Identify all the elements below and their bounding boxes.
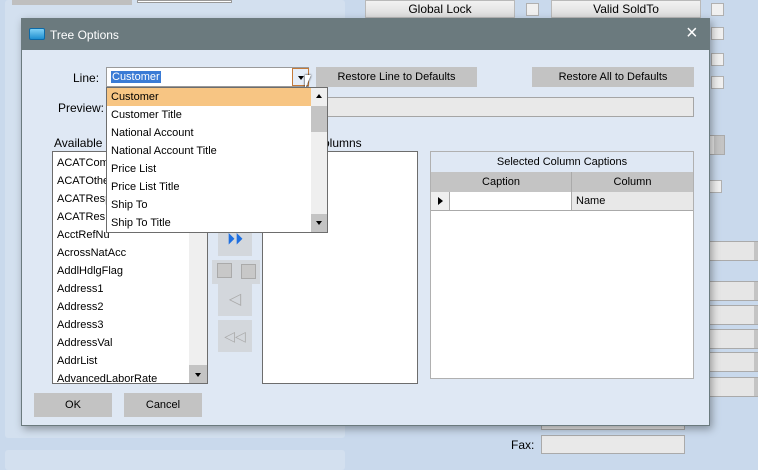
column-cell[interactable]: Name — [572, 192, 693, 211]
background-panel-left-3 — [5, 450, 345, 470]
valid-soldto-button[interactable]: Valid SoldTo — [551, 0, 701, 18]
cancel-button[interactable]: Cancel — [124, 393, 202, 417]
background-dropdown[interactable] — [705, 377, 758, 397]
global-lock-checkbox[interactable] — [526, 3, 539, 16]
line-option[interactable]: Customer — [107, 88, 327, 106]
available-item[interactable]: AddlHdlgFlag — [53, 262, 207, 280]
available-item[interactable]: Address2 — [53, 298, 207, 316]
available-item[interactable]: AcrossNatAcc — [53, 244, 207, 262]
background-dropdown[interactable] — [705, 352, 758, 372]
chevron-down-icon — [316, 221, 322, 225]
line-option[interactable]: National Account Title — [107, 142, 327, 160]
chevron-down-icon — [298, 76, 304, 80]
line-option[interactable]: Customer Title — [107, 106, 327, 124]
available-item[interactable]: Address1 — [53, 280, 207, 298]
available-item[interactable]: AddressVal — [53, 334, 207, 352]
line-option[interactable]: Price List Title — [107, 178, 327, 196]
background-dropdown[interactable] — [705, 241, 758, 261]
remove-all-button[interactable]: ◁◁ — [218, 320, 252, 352]
global-lock-button[interactable]: Global Lock — [365, 0, 515, 18]
row-indicator-icon — [431, 192, 450, 211]
caption-header[interactable]: Caption — [431, 172, 572, 192]
valid-soldto-checkbox[interactable] — [711, 3, 724, 16]
available-item[interactable]: AdvancedLaborRate — [53, 370, 207, 383]
background-dropdown[interactable] — [705, 305, 758, 325]
line-option[interactable]: Ship To Title — [107, 214, 327, 232]
background-dropdown[interactable] — [705, 329, 758, 349]
preview-label: Preview: — [58, 101, 105, 115]
move-buttons-group — [212, 260, 260, 284]
dropdown-scrollbar[interactable] — [311, 88, 327, 232]
chevron-up-icon — [316, 94, 322, 98]
caption-cell[interactable] — [450, 192, 572, 211]
background-checkbox[interactable] — [711, 27, 724, 40]
ok-button[interactable]: OK — [34, 393, 112, 417]
scroll-up-button[interactable] — [311, 88, 327, 106]
column-header[interactable]: Column — [572, 172, 693, 192]
tree-options-dialog: Tree Options × Line: Customer Restore Li… — [21, 18, 710, 426]
chevron-down-icon — [195, 373, 201, 377]
background-checkbox[interactable] — [711, 76, 724, 89]
captions-grid-title: Selected Column Captions — [431, 152, 693, 172]
line-dropdown-list[interactable]: Customer Customer Title National Account Na… — [106, 87, 328, 233]
scroll-down-button[interactable] — [189, 365, 207, 383]
background-dropdown[interactable] — [705, 281, 758, 301]
background-field — [137, 0, 232, 3]
available-item[interactable]: Address3 — [53, 316, 207, 334]
line-combobox[interactable]: Customer — [106, 67, 309, 87]
restore-line-defaults-button[interactable]: Restore Line to Defaults — [316, 67, 477, 87]
move-up-button[interactable] — [217, 263, 232, 278]
line-option[interactable]: Ship To — [107, 196, 327, 214]
close-icon[interactable]: × — [686, 23, 698, 43]
line-options: Customer Customer Title National Account Na… — [107, 88, 327, 232]
line-option[interactable]: National Account — [107, 124, 327, 142]
available-columns-label: Available — [54, 136, 103, 150]
selected-columns-label: olumns — [323, 136, 362, 150]
dialog-title-bar[interactable]: Tree Options × — [22, 19, 709, 50]
dialog-title: Tree Options — [50, 28, 119, 42]
background-checkbox[interactable] — [711, 53, 724, 66]
line-label: Line: — [73, 71, 100, 85]
scroll-thumb[interactable] — [311, 106, 327, 132]
line-option[interactable]: Price List — [107, 160, 327, 178]
fax-field[interactable] — [541, 435, 685, 454]
tree-options-icon — [29, 28, 45, 40]
captions-grid: Selected Column Captions Caption Column … — [430, 151, 694, 379]
available-item[interactable]: AddrList — [53, 352, 207, 370]
remove-button[interactable]: ◁ — [218, 284, 252, 316]
background-checkbox[interactable] — [709, 180, 722, 193]
restore-all-defaults-button[interactable]: Restore All to Defaults — [532, 67, 694, 87]
background-header-bar — [12, 0, 132, 5]
fax-label: Fax: — [511, 438, 535, 452]
move-down-button[interactable] — [241, 264, 256, 279]
scroll-down-button[interactable] — [311, 214, 327, 232]
line-combobox-value: Customer — [111, 71, 161, 83]
